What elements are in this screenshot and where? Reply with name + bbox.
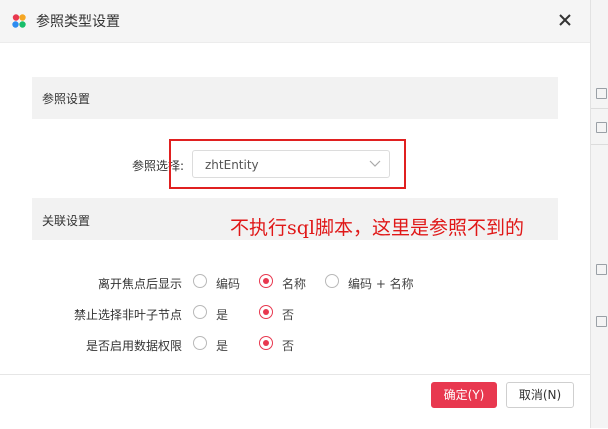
cancel-button[interactable]: 取消(N) [506,382,574,408]
close-icon[interactable] [556,11,574,29]
section-title: 关联设置 [42,214,91,228]
radio-name-label: 名称 [282,277,307,291]
dialog-header: 参照类型设置 [0,0,590,43]
radio-data-permission-no[interactable] [259,336,273,350]
reference-settings-section: 参照设置 [32,77,558,119]
reference-type-dialog: 参照类型设置 参照设置 参照选择: zhtEntity 关联设置 不执行sql脚… [0,0,590,429]
radio-code-label: 编码 [216,277,241,291]
radio-no-label: 否 [282,308,295,322]
radio-code[interactable] [193,274,207,288]
radio-no-non-leaf-yes[interactable] [193,305,207,319]
divider [591,108,608,109]
blur-display-label: 离开焦点后显示 [97,277,182,291]
dialog-title: 参照类型设置 [36,14,120,30]
radio-yes-label: 是 [216,339,229,353]
radio-code-and-name-label: 编码 + 名称 [348,277,414,291]
list-icon [596,316,607,327]
confirm-button[interactable]: 确定(Y) [431,382,497,408]
radio-name[interactable] [259,274,273,288]
list-icon [596,88,607,99]
radio-data-permission-yes[interactable] [193,336,207,350]
background-page [590,0,608,428]
no-non-leaf-label: 禁止选择非叶子节点 [73,308,182,322]
radio-yes-label: 是 [216,308,229,322]
list-icon [596,264,607,275]
app-logo-icon [12,14,26,28]
radio-code-and-name[interactable] [325,274,339,288]
radio-no-label: 否 [282,339,295,353]
section-title: 参照设置 [42,92,91,106]
highlight-box [169,139,406,189]
annotation-note: 不执行sql脚本，这里是参照不到的 [230,217,524,239]
dialog-footer: 确定(Y) 取消(N) [0,374,590,429]
divider [591,144,608,145]
grid-icon [596,122,607,133]
data-permission-label: 是否启用数据权限 [85,339,182,353]
radio-no-non-leaf-no[interactable] [259,305,273,319]
